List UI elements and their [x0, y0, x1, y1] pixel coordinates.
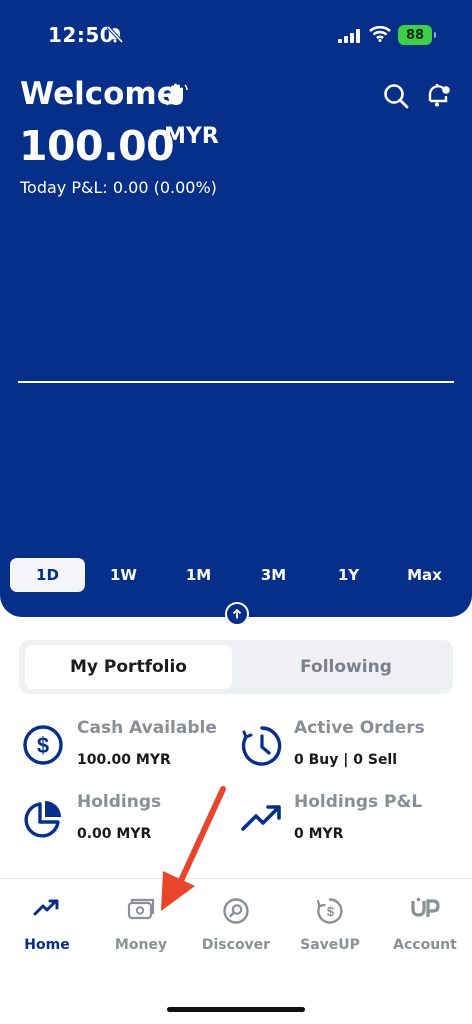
- holdings-pnl-label: Holdings P&L: [294, 792, 423, 812]
- time-range-selector: 1D 1W 1M 3M 1Y Max: [10, 558, 462, 592]
- active-orders-value: 0 Buy | 0 Sell: [294, 752, 398, 768]
- tab-my-portfolio[interactable]: My Portfolio: [25, 645, 232, 689]
- portfolio-tabs: My Portfolio Following: [19, 640, 453, 694]
- nav-saveup-label: SaveUP: [300, 937, 360, 953]
- home-trend-icon: [33, 897, 61, 923]
- silent-mode-icon: [106, 25, 124, 47]
- holdings-label: Holdings: [77, 792, 162, 812]
- dollar-icon: $: [22, 724, 64, 770]
- range-1y-button[interactable]: 1Y: [311, 558, 386, 592]
- status-bar: 12:50 88: [0, 0, 472, 70]
- range-1m-button[interactable]: 1M: [161, 558, 236, 592]
- holdings-value: 0.00 MYR: [77, 826, 152, 842]
- cash-available-label: Cash Available: [77, 718, 217, 738]
- holdings-pnl-card[interactable]: Holdings P&L 0 MYR: [236, 786, 472, 856]
- nav-saveup[interactable]: $ SaveUP: [283, 879, 377, 969]
- battery-icon: 88: [398, 25, 436, 45]
- annotation-arrow-icon: [155, 785, 231, 919]
- battery-level: 88: [405, 27, 425, 43]
- nav-account-label: Account: [393, 937, 457, 953]
- range-1d-button[interactable]: 1D: [10, 558, 85, 592]
- bottom-navigation: Home Money Discover $ SaveUP Account: [0, 878, 472, 1024]
- portfolio-chart-line: [18, 381, 454, 383]
- svg-text:$: $: [327, 904, 335, 919]
- range-3m-button[interactable]: 3M: [236, 558, 311, 592]
- search-icon[interactable]: [382, 82, 410, 114]
- svg-text:$: $: [37, 733, 49, 758]
- active-orders-label: Active Orders: [294, 718, 425, 738]
- nav-account[interactable]: Account: [378, 879, 472, 969]
- account-logo-icon: [410, 897, 440, 923]
- wallet-icon: [127, 897, 155, 925]
- balance-currency: MYR: [164, 124, 219, 149]
- nav-home[interactable]: Home: [0, 879, 94, 969]
- collapse-chart-button[interactable]: [225, 602, 249, 626]
- cash-available-value: 100.00 MYR: [77, 752, 171, 768]
- nav-home-label: Home: [24, 937, 70, 953]
- arrow-up-icon: [232, 608, 242, 619]
- portfolio-header: 12:50 88 Welcome 100.00 MYR Today P&L: 0…: [0, 0, 472, 617]
- wifi-icon: [369, 25, 391, 46]
- active-orders-card[interactable]: Active Orders 0 Buy | 0 Sell: [236, 712, 472, 782]
- clock-icon: [240, 724, 284, 772]
- nav-money-label: Money: [114, 937, 168, 953]
- home-indicator: [167, 1007, 305, 1012]
- today-pnl: Today P&L: 0.00 (0.00%): [20, 178, 217, 197]
- waving-hand-icon: [164, 82, 190, 112]
- status-time: 12:50: [48, 23, 115, 47]
- range-max-button[interactable]: Max: [387, 558, 462, 592]
- range-1w-button[interactable]: 1W: [86, 558, 161, 592]
- nav-discover-label: Discover: [201, 937, 271, 953]
- notification-bell-icon[interactable]: [424, 81, 452, 113]
- pie-chart-icon: [22, 798, 64, 844]
- signal-icon: [338, 28, 360, 47]
- cash-available-card[interactable]: $ Cash Available 100.00 MYR: [0, 712, 236, 782]
- welcome-title: Welcome: [20, 76, 178, 112]
- saveup-coin-icon: $: [316, 897, 344, 929]
- tab-following[interactable]: Following: [246, 645, 446, 689]
- holdings-pnl-value: 0 MYR: [294, 826, 344, 842]
- trending-up-icon: [240, 802, 284, 840]
- portfolio-balance: 100.00: [19, 122, 175, 170]
